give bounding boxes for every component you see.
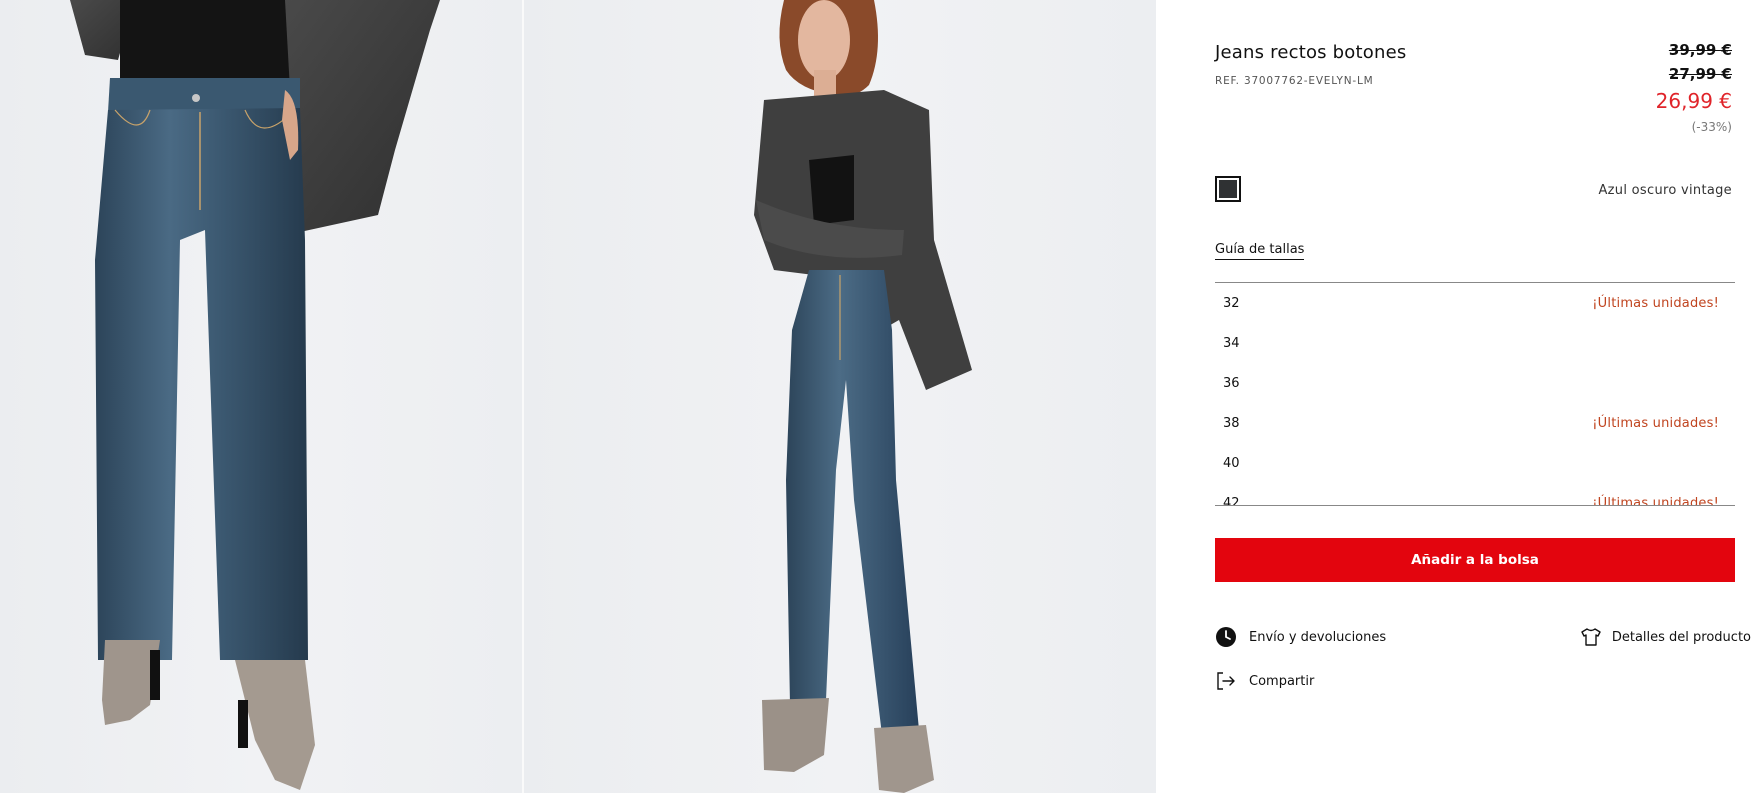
price-original: 39,99 € <box>1668 41 1732 59</box>
shipping-returns-link[interactable]: Envío y devoluciones <box>1215 626 1386 648</box>
tshirt-icon <box>1580 626 1602 648</box>
product-image-1[interactable] <box>0 0 522 793</box>
jeans-closeup-illustration <box>70 0 440 790</box>
clock-icon <box>1215 626 1237 648</box>
product-reference: REF. 37007762-EVELYN-LM <box>1215 75 1374 87</box>
size-guide-link[interactable]: Guía de tallas <box>1215 242 1305 260</box>
size-label: 32 <box>1223 295 1240 311</box>
size-option-38[interactable]: 38 ¡Últimas unidades! <box>1215 403 1735 443</box>
product-image-2[interactable] <box>524 0 1156 793</box>
size-label: 42 <box>1223 495 1240 506</box>
color-name: Azul oscuro vintage <box>1598 183 1732 198</box>
size-label: 36 <box>1223 375 1240 391</box>
product-title: Jeans rectos botones <box>1215 42 1407 63</box>
size-option-40[interactable]: 40 <box>1215 443 1735 483</box>
product-info-panel: Jeans rectos botones REF. 37007762-EVELY… <box>1156 0 1754 793</box>
stock-status: ¡Últimas unidades! <box>1592 415 1719 431</box>
size-option-32[interactable]: 32 ¡Últimas unidades! <box>1215 283 1735 323</box>
price-previous: 27,99 € <box>1668 65 1732 83</box>
stock-status: ¡Últimas unidades! <box>1592 295 1719 311</box>
size-label: 40 <box>1223 455 1240 471</box>
size-option-42[interactable]: 42 ¡Últimas unidades! <box>1215 483 1735 506</box>
size-label: 38 <box>1223 415 1240 431</box>
shipping-returns-label: Envío y devoluciones <box>1249 629 1387 645</box>
size-option-36[interactable]: 36 <box>1215 363 1735 403</box>
stock-status: ¡Últimas unidades! <box>1592 495 1719 506</box>
product-details-label: Detalles del producto <box>1611 629 1751 645</box>
share-label: Compartir <box>1249 673 1315 689</box>
product-details-link[interactable]: Detalles del producto <box>1580 626 1751 648</box>
share-icon <box>1215 670 1237 692</box>
price-current: 26,99 € <box>1655 89 1732 113</box>
discount-label: (-33%) <box>1691 120 1732 134</box>
model-full-illustration <box>754 0 972 793</box>
share-link[interactable]: Compartir <box>1215 670 1314 692</box>
color-swatch-fill <box>1219 180 1237 198</box>
color-swatch[interactable] <box>1215 176 1241 202</box>
add-to-bag-button[interactable]: Añadir a la bolsa <box>1215 538 1735 582</box>
size-option-34[interactable]: 34 <box>1215 323 1735 363</box>
size-label: 34 <box>1223 335 1240 351</box>
size-list[interactable]: 32 ¡Últimas unidades! 34 36 38 ¡Últimas … <box>1215 282 1735 506</box>
